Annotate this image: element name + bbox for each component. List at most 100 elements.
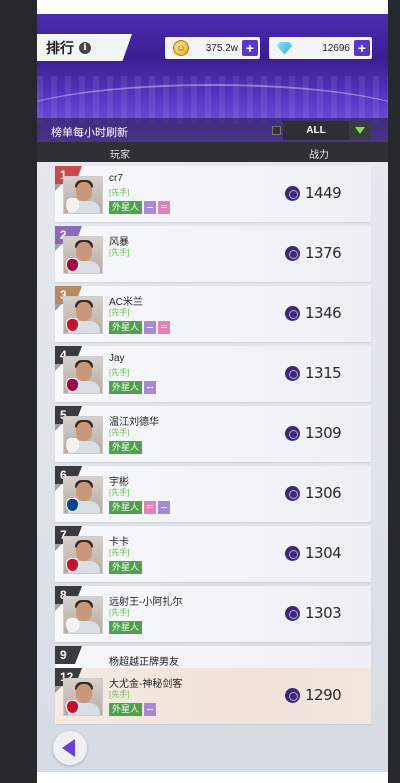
power-icon <box>285 605 300 621</box>
player-tag: 外星人 <box>109 561 143 574</box>
player-name: 风暴 <box>109 237 129 248</box>
leaderboard-screen: 排行 i ☺ 375.2w + 12696 + 榜单每小时刷新 ALL 玩家 战… <box>37 14 388 772</box>
table-row[interactable]: 1 cr7 [先手] 外星人 1449 <box>55 166 371 222</box>
bottom-strip <box>37 772 388 783</box>
player-name: 卡卡 <box>109 537 129 548</box>
power-score: 1309 <box>285 424 342 442</box>
avatar[interactable] <box>63 596 103 634</box>
player-role: [先手] <box>109 188 130 197</box>
column-power: 战力 <box>309 150 329 161</box>
refresh-bar: 榜单每小时刷新 ALL <box>37 118 388 142</box>
column-header: 玩家 战力 <box>37 142 388 162</box>
ranking-list[interactable]: 1 cr7 [先手] 外星人 1449 2 风暴 [先手] 1376 3 AC米兰 [先手] 外星人 13… <box>37 162 388 724</box>
table-row[interactable]: 2 风暴 [先手] 1376 <box>55 226 371 282</box>
checkbox[interactable] <box>272 126 281 135</box>
player-tags: 外星人 <box>109 501 171 514</box>
power-icon <box>285 425 300 441</box>
player-role: [先手] <box>109 488 130 497</box>
club-badge-icon <box>66 498 79 512</box>
club-badge-icon <box>66 558 79 572</box>
player-tags: 外星人 <box>109 321 171 334</box>
player-tag: 外星人 <box>109 321 143 334</box>
power-value: 1315 <box>305 364 342 382</box>
rank-tag-tip <box>75 646 82 664</box>
power-score: 1304 <box>285 544 342 562</box>
purple-badge-icon <box>158 501 171 514</box>
avatar[interactable] <box>63 678 103 716</box>
player-role: [先手] <box>109 248 130 257</box>
column-player: 玩家 <box>110 150 130 161</box>
player-tag: 外星人 <box>109 381 143 394</box>
purple-badge-icon <box>144 381 157 394</box>
rank-tag-shadow <box>55 686 62 693</box>
club-badge-icon <box>66 318 79 332</box>
player-tags: 外星人 <box>109 561 143 574</box>
rank-tag-shadow <box>55 364 62 371</box>
back-arrow-icon <box>62 739 75 757</box>
power-value: 1306 <box>305 484 342 502</box>
info-icon[interactable]: i <box>79 41 91 54</box>
player-tags: 外星人 <box>109 441 143 454</box>
club-badge-icon <box>66 198 79 212</box>
club-badge-icon <box>66 700 79 714</box>
add-coins-button[interactable]: + <box>242 40 258 56</box>
add-gems-button[interactable]: + <box>354 40 370 56</box>
player-tags: 外星人 <box>109 621 143 634</box>
back-button[interactable] <box>53 731 87 765</box>
power-score: 1290 <box>285 686 342 704</box>
player-tags: 外星人 <box>109 381 157 394</box>
filter-dropdown[interactable]: ALL <box>283 121 371 140</box>
player-name: 宇彬 <box>109 477 129 488</box>
avatar[interactable] <box>63 356 103 394</box>
power-icon <box>285 687 300 703</box>
club-badge-icon <box>66 258 79 272</box>
club-badge-icon <box>66 438 79 452</box>
table-row[interactable]: 6 宇彬 [先手] 外星人 1306 <box>55 466 371 522</box>
player-tag: 外星人 <box>109 501 143 514</box>
power-value: 1309 <box>305 424 342 442</box>
refresh-notice: 榜单每小时刷新 <box>51 127 128 139</box>
power-value: 1449 <box>305 184 342 202</box>
power-score: 1346 <box>285 304 342 322</box>
power-score: 1449 <box>285 184 342 202</box>
player-name: 杨超越正牌男友 <box>109 657 179 668</box>
rank-number: 9 <box>55 646 75 664</box>
rank-tag-shadow <box>55 244 62 251</box>
avatar[interactable] <box>63 476 103 514</box>
avatar[interactable] <box>63 416 103 454</box>
table-row[interactable]: 9 杨超越正牌男友 <box>55 646 371 668</box>
player-tags: 外星人 <box>109 703 157 716</box>
avatar[interactable] <box>63 536 103 574</box>
avatar[interactable] <box>63 176 103 214</box>
purple-badge-icon <box>144 321 157 334</box>
avatar[interactable] <box>63 236 103 274</box>
table-row[interactable]: 3 AC米兰 [先手] 外星人 1346 <box>55 286 371 342</box>
power-icon <box>285 485 300 501</box>
power-value: 1290 <box>305 686 342 704</box>
power-value: 1346 <box>305 304 342 322</box>
avatar[interactable] <box>63 296 103 334</box>
purple-badge-icon <box>144 703 157 716</box>
page-title-tab: 排行 i <box>37 34 132 61</box>
table-row[interactable]: 4 Jay [先手] 外星人 1315 <box>55 346 371 402</box>
table-row[interactable]: 5 温江刘德华 [先手] 外星人 1309 <box>55 406 371 462</box>
power-value: 1376 <box>305 244 342 262</box>
player-tags: 外星人 <box>109 201 171 214</box>
pink-badge-icon <box>158 321 171 334</box>
power-icon <box>285 185 300 201</box>
power-value: 1303 <box>305 604 342 622</box>
power-score: 1306 <box>285 484 342 502</box>
left-bezel <box>0 0 37 783</box>
player-name: AC米兰 <box>109 297 143 308</box>
club-badge-icon <box>66 618 79 632</box>
gem-icon <box>277 41 292 55</box>
coin-icon: ☺ <box>173 40 189 56</box>
player-name: cr7 <box>109 173 123 184</box>
table-row[interactable]: 8 远射王-小阿扎尔 [先手] 外星人 1303 <box>55 586 371 642</box>
player-tag: 外星人 <box>109 703 143 716</box>
player-name: Jay <box>109 353 125 364</box>
my-rank-row[interactable]: 12 大尤金-神秘剑客 [先手] 外星人 1290 <box>55 668 371 724</box>
table-row[interactable]: 7 卡卡 [先手] 外星人 1304 <box>55 526 371 582</box>
coin-value: 375.2w <box>205 42 238 54</box>
power-icon <box>285 545 300 561</box>
